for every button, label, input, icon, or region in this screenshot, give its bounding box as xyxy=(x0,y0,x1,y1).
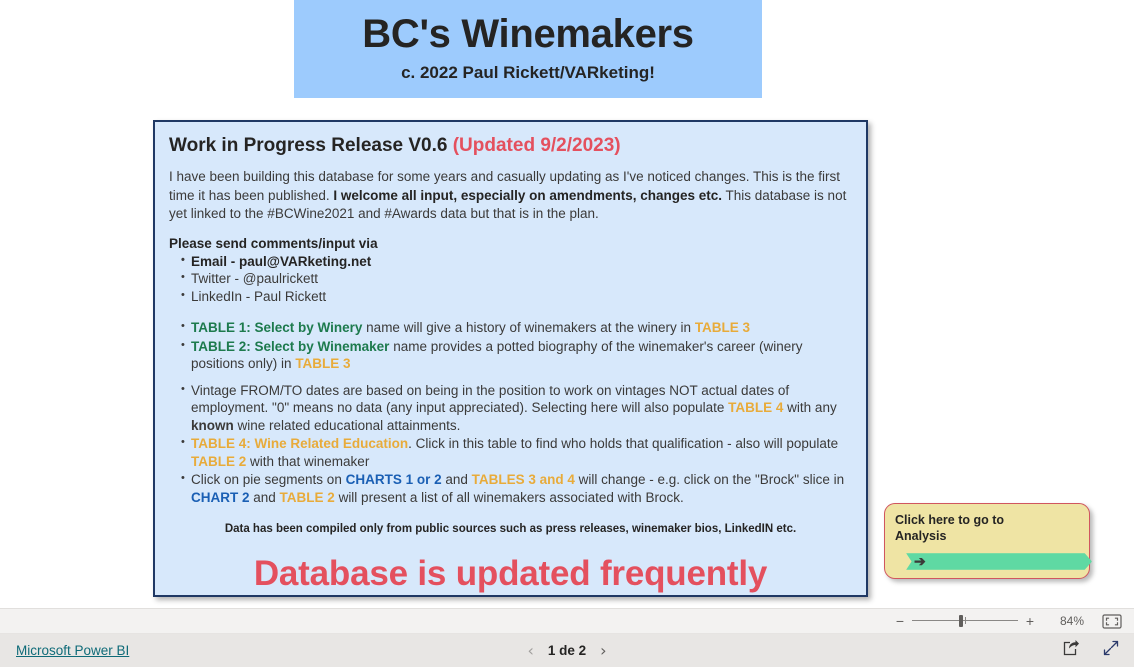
pie-text-3: will change - e.g. click on the "Brock" … xyxy=(574,472,845,487)
zoom-out-button[interactable]: − xyxy=(892,614,908,628)
contact-sep-twitter: - xyxy=(230,271,243,286)
report-title-banner: BC's Winemakers c. 2022 Paul Rickett/VAR… xyxy=(294,0,762,98)
table1-mid: name will give a history of winemakers a… xyxy=(362,320,695,335)
sources-footnote: Data has been compiled only from public … xyxy=(224,523,797,535)
fit-to-page-icon[interactable] xyxy=(1102,613,1122,629)
contact-value-email: paul@VARketing.net xyxy=(239,253,372,269)
list-item-table1: TABLE 1: Select by Winery name will give… xyxy=(169,318,852,337)
pie-text-1: Click on pie segments on xyxy=(191,472,346,487)
table4-label: TABLE 4: Wine Related Education xyxy=(191,436,409,451)
list-item-linkedin: LinkedIn - Paul Rickett xyxy=(169,287,852,306)
arrow-bar-shape xyxy=(906,553,1092,570)
report-footer: Microsoft Power BI ‹ 1 de 2 › xyxy=(0,634,1134,667)
zoom-level-label: 84% xyxy=(1059,614,1084,628)
zoom-slider-thumb[interactable] xyxy=(959,615,963,627)
contact-sep-email: - xyxy=(227,253,240,269)
intro-paragraph: I have been building this database for s… xyxy=(169,168,852,224)
analysis-button-label-line2: Analysis xyxy=(895,529,947,543)
table4-ref: TABLE 2 xyxy=(191,453,247,469)
footer-actions xyxy=(1062,639,1120,662)
list-item-table4: TABLE 4: Wine Related Education. Click i… xyxy=(169,434,852,470)
notes-list: Vintage FROM/TO dates are based on being… xyxy=(169,381,852,507)
vintage-bold: known xyxy=(191,417,234,433)
table4-text-2: with that winemaker xyxy=(246,453,370,469)
pie-text-4: and xyxy=(249,489,280,505)
intro-text-bold: I welcome all input, especially on amend… xyxy=(333,187,722,203)
info-card: Work in Progress Release V0.6 (Updated 9… xyxy=(153,120,868,597)
vintage-text-1: Vintage FROM/TO dates are based on being… xyxy=(191,382,790,416)
pie-charts-ref: CHARTS 1 or 2 xyxy=(345,472,442,487)
fullscreen-icon[interactable] xyxy=(1102,639,1120,662)
go-to-analysis-button[interactable]: Click here to go to Analysis ➔ xyxy=(884,503,1092,579)
vintage-text-3: wine related educational attainments. xyxy=(233,417,461,433)
vintage-ref: TABLE 4 xyxy=(728,400,784,415)
pie-chart2-ref: CHART 2 xyxy=(191,489,250,505)
contact-label-email: Email xyxy=(191,253,228,269)
pie-text-2: and xyxy=(441,472,472,487)
analysis-button-label: Click here to go to Analysis xyxy=(895,512,1079,544)
contact-label-linkedin: LinkedIn xyxy=(191,288,243,304)
page-subtitle: c. 2022 Paul Rickett/VARketing! xyxy=(401,63,655,82)
update-callout: Database is updated frequently xyxy=(253,554,768,593)
list-item-table2: TABLE 2: Select by Winemaker name provid… xyxy=(169,337,852,373)
contact-heading: Please send comments/input via xyxy=(169,235,378,251)
contact-value-linkedin: Paul Rickett xyxy=(254,288,327,304)
contact-list: Email - paul@VARketing.net Twitter - @pa… xyxy=(169,252,852,306)
right-arrow-icon: ➔ xyxy=(914,553,926,569)
pie-table2-ref: TABLE 2 xyxy=(279,489,335,505)
table2-label: TABLE 2: Select by Winemaker xyxy=(191,338,390,354)
list-item-pie: Click on pie segments on CHARTS 1 or 2 a… xyxy=(169,470,852,506)
table1-label: TABLE 1: Select by Winery xyxy=(191,320,363,335)
analysis-arrow-banner[interactable]: ➔ xyxy=(906,553,1092,570)
zoom-slider[interactable] xyxy=(912,614,1018,628)
contact-value-twitter: @paulrickett xyxy=(242,271,318,286)
next-page-button[interactable]: › xyxy=(600,642,606,659)
zoom-toolbar: − + 84% xyxy=(0,608,1134,634)
previous-page-button[interactable]: ‹ xyxy=(527,642,533,659)
table2-ref: TABLE 3 xyxy=(295,356,351,371)
list-item-twitter: Twitter - @paulrickett xyxy=(169,269,852,288)
pie-tables-ref: TABLES 3 and 4 xyxy=(471,472,575,487)
page-navigator: ‹ 1 de 2 › xyxy=(527,642,606,659)
card-heading-main: Work in Progress Release V0.6 xyxy=(169,135,448,156)
contact-label-twitter: Twitter xyxy=(191,271,231,286)
page-indicator: 1 de 2 xyxy=(547,643,587,658)
pie-text-5: will present a list of all winemakers as… xyxy=(334,489,684,505)
instructions-list: TABLE 1: Select by Winery name will give… xyxy=(169,318,852,373)
page-title: BC's Winemakers xyxy=(362,12,694,56)
zoom-in-button[interactable]: + xyxy=(1022,614,1038,628)
share-icon[interactable] xyxy=(1062,639,1080,662)
microsoft-power-bi-link[interactable]: Microsoft Power BI xyxy=(16,643,129,658)
list-item-email: Email - paul@VARketing.net xyxy=(169,252,852,271)
zoom-slider-tick xyxy=(965,617,966,624)
table1-ref: TABLE 3 xyxy=(694,320,751,335)
table4-text-1: . Click in this table to find who holds … xyxy=(408,436,839,451)
report-canvas: BC's Winemakers c. 2022 Paul Rickett/VAR… xyxy=(0,0,1134,608)
card-heading: Work in Progress Release V0.6 (Updated 9… xyxy=(169,134,852,158)
analysis-button-label-line1: Click here to go to xyxy=(895,513,1005,527)
card-heading-updated: (Updated 9/2/2023) xyxy=(452,135,621,156)
contact-sep-linkedin: - xyxy=(242,288,255,304)
list-item-vintage: Vintage FROM/TO dates are based on being… xyxy=(169,381,852,435)
vintage-text-2: with any xyxy=(783,400,837,415)
